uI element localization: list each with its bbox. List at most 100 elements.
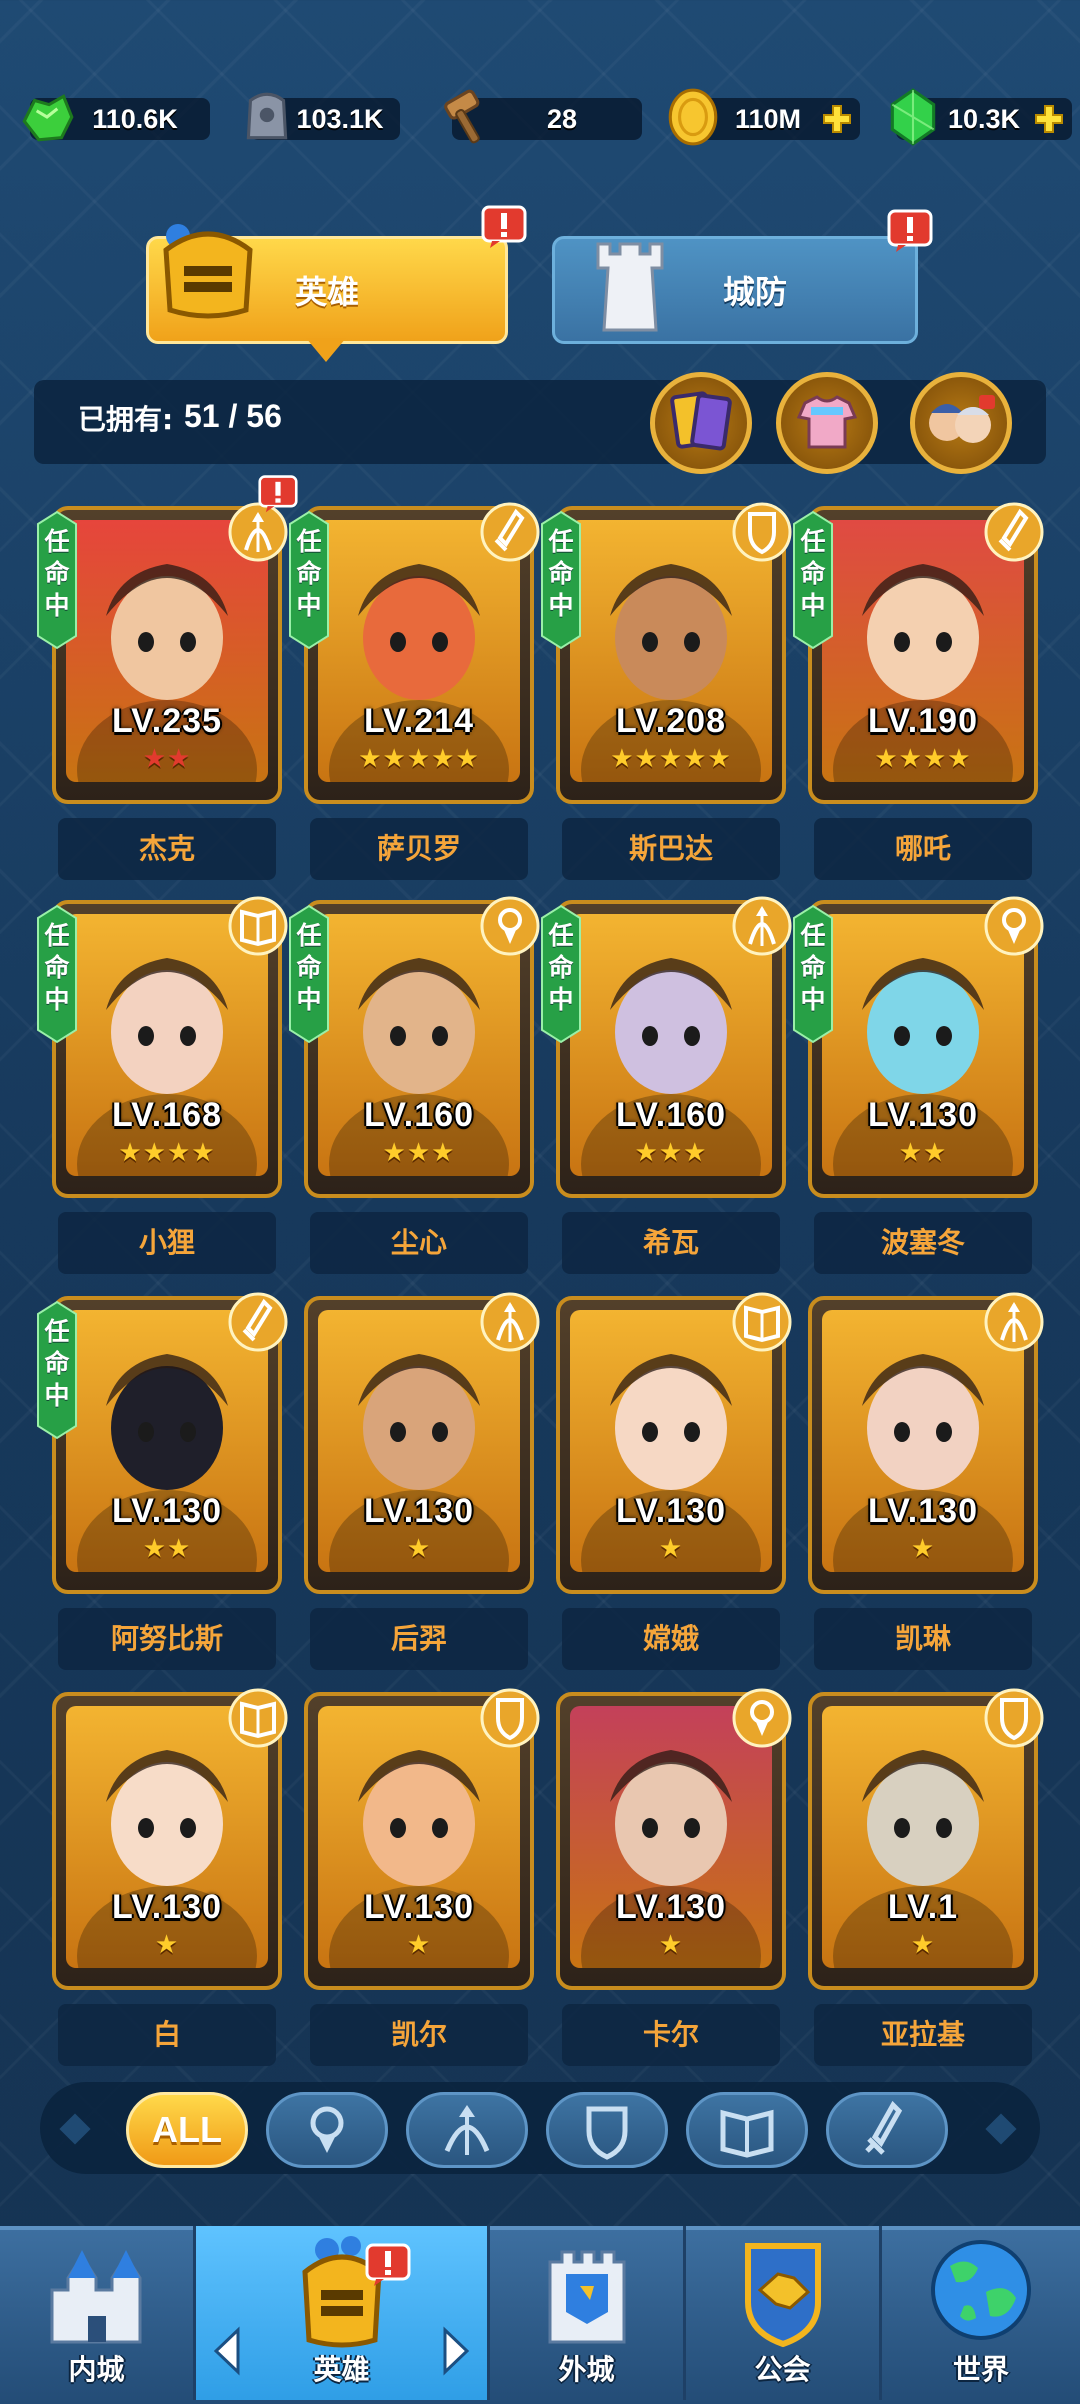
hero-name: 凯尔	[310, 2004, 528, 2066]
cards-icon	[670, 391, 732, 451]
inner-castle-icon	[50, 2250, 141, 2344]
appointed-label: 任命中	[548, 921, 574, 1014]
tab-defense-alert-icon	[887, 209, 933, 252]
warrior-class-icon	[865, 2100, 903, 2155]
archer-class-icon	[732, 896, 792, 956]
hammer-icon	[444, 89, 480, 144]
hero-card[interactable]: LV.1 ★	[808, 1688, 1044, 1990]
hero-level: LV.130	[364, 1492, 474, 1530]
add-gold-icon[interactable]	[820, 102, 854, 136]
nav-inner-city[interactable]: 内城	[0, 2226, 196, 2400]
hero-level: LV.130	[868, 1492, 978, 1530]
archer-class-icon	[444, 2105, 490, 2155]
hero-card[interactable]: LV.130 ★	[556, 1292, 792, 1594]
hero-card[interactable]: LV.168 ★★★★ 任命中	[37, 896, 288, 1198]
hero-card[interactable]: LV.130 ★	[304, 1688, 540, 1990]
hero-card[interactable]: LV.130 ★	[556, 1688, 792, 1990]
nav-guild[interactable]: 公会	[686, 2226, 882, 2400]
hero-stars: ★★★	[382, 1138, 456, 1168]
hero-card[interactable]: LV.130 ★★ 任命中	[37, 1292, 288, 1594]
filter-warrior-button[interactable]	[826, 2092, 948, 2168]
hero-card[interactable]: LV.130 ★	[52, 1688, 288, 1990]
hero-name: 亚拉基	[814, 2004, 1032, 2066]
warrior-class-icon	[984, 502, 1044, 562]
hero-name: 哪吒	[814, 818, 1032, 880]
hero-name: 后羿	[310, 1608, 528, 1670]
hero-card[interactable]: LV.214 ★★★★★ 任命中	[289, 502, 540, 804]
hero-group-button[interactable]	[910, 372, 1012, 474]
hero-level: LV.130	[868, 1096, 978, 1134]
hero-card[interactable]: LV.160 ★★★ 任命中	[289, 896, 540, 1198]
resource-stone[interactable]: 103.1K	[246, 92, 400, 140]
filter-all-button[interactable]: ALL	[126, 2092, 248, 2168]
tank-class-icon	[984, 1688, 1044, 1748]
hero-level: LV.168	[112, 1096, 222, 1134]
warrior-class-icon	[480, 502, 540, 562]
hero-name: 希瓦	[562, 1212, 780, 1274]
hero-stars: ★	[154, 1930, 180, 1960]
nav-label: 外城	[558, 2353, 615, 2386]
hero-stars: ★★	[142, 744, 192, 774]
tab-heroes-alert-icon	[481, 205, 527, 248]
nav-world[interactable]: 世界	[882, 2226, 1080, 2400]
hero-stars: ★	[910, 1534, 936, 1564]
hero-card[interactable]: LV.208 ★★★★★ 任命中	[541, 502, 792, 804]
hero-level: LV.214	[364, 702, 474, 740]
hero-name: 波塞冬	[814, 1212, 1032, 1274]
support-class-icon	[480, 896, 540, 956]
nav-heroes[interactable]: 英雄	[196, 2226, 490, 2400]
green-gem-icon	[890, 88, 936, 146]
resource-hammer[interactable]: 28	[444, 89, 642, 144]
hero-stars: ★	[658, 1534, 684, 1564]
hero-card[interactable]: LV.130 ★★ 任命中	[793, 896, 1044, 1198]
hero-name: 白	[58, 2004, 276, 2066]
hero-level: LV.130	[616, 1888, 726, 1926]
warrior-class-icon	[228, 1292, 288, 1352]
hero-level: LV.130	[112, 1888, 222, 1926]
hero-card[interactable]: LV.130 ★	[808, 1292, 1044, 1594]
tank-class-icon	[480, 1688, 540, 1748]
card-collection-button[interactable]	[650, 372, 752, 474]
archer-class-icon	[480, 1292, 540, 1352]
hero-card[interactable]: LV.160 ★★★ 任命中	[541, 896, 792, 1198]
hero-level: LV.160	[364, 1096, 474, 1134]
hero-level: LV.208	[616, 702, 726, 740]
nav-label: 世界	[952, 2353, 1009, 2386]
hero-card[interactable]: LV.190 ★★★★ 任命中	[793, 502, 1044, 804]
hero-level: LV.130	[364, 1888, 474, 1926]
filter-tank-button[interactable]	[546, 2092, 668, 2168]
hero-level: LV.160	[616, 1096, 726, 1134]
hero-card[interactable]: LV.235 ★★ 任命中	[37, 475, 298, 804]
hero-stars: ★	[406, 1930, 432, 1960]
appointed-label: 任命中	[296, 921, 322, 1014]
nav-label: 英雄	[313, 2353, 370, 2386]
hero-name: 阿努比斯	[58, 1608, 276, 1670]
hero-name: 斯巴达	[562, 818, 780, 880]
hero-card[interactable]: LV.130 ★	[304, 1292, 540, 1594]
hero-stars: ★★★	[634, 1138, 708, 1168]
skins-button[interactable]	[776, 372, 878, 474]
hero-stars: ★★	[142, 1534, 192, 1564]
shirt-icon	[796, 395, 858, 449]
stone-tablet-icon	[246, 92, 288, 140]
hero-name: 小狸	[58, 1212, 276, 1274]
resource-gold[interactable]: 110M	[668, 88, 860, 146]
owned-label: 已拥有:	[78, 403, 174, 436]
guild-handshake-icon	[744, 2243, 821, 2348]
appointed-label: 任命中	[44, 1317, 70, 1410]
add-gems-icon[interactable]	[1032, 102, 1066, 136]
filter-support-button[interactable]	[266, 2092, 388, 2168]
nav-outer-city[interactable]: 外城	[490, 2226, 686, 2400]
hero-stars: ★	[406, 1534, 432, 1564]
hero-name: 嫦娥	[562, 1608, 780, 1670]
world-globe-icon	[931, 2240, 1031, 2340]
support-class-icon	[732, 1688, 792, 1748]
filter-archer-button[interactable]	[406, 2092, 528, 2168]
filter-mage-button[interactable]	[686, 2092, 808, 2168]
resource-gems[interactable]: 10.3K	[890, 88, 1072, 146]
appointed-label: 任命中	[44, 527, 70, 620]
hero-name: 杰克	[58, 818, 276, 880]
hero-alert-icon	[258, 475, 298, 513]
resource-energy[interactable]: 110.6K	[22, 94, 210, 142]
hero-stars: ★★★★	[118, 1138, 216, 1168]
